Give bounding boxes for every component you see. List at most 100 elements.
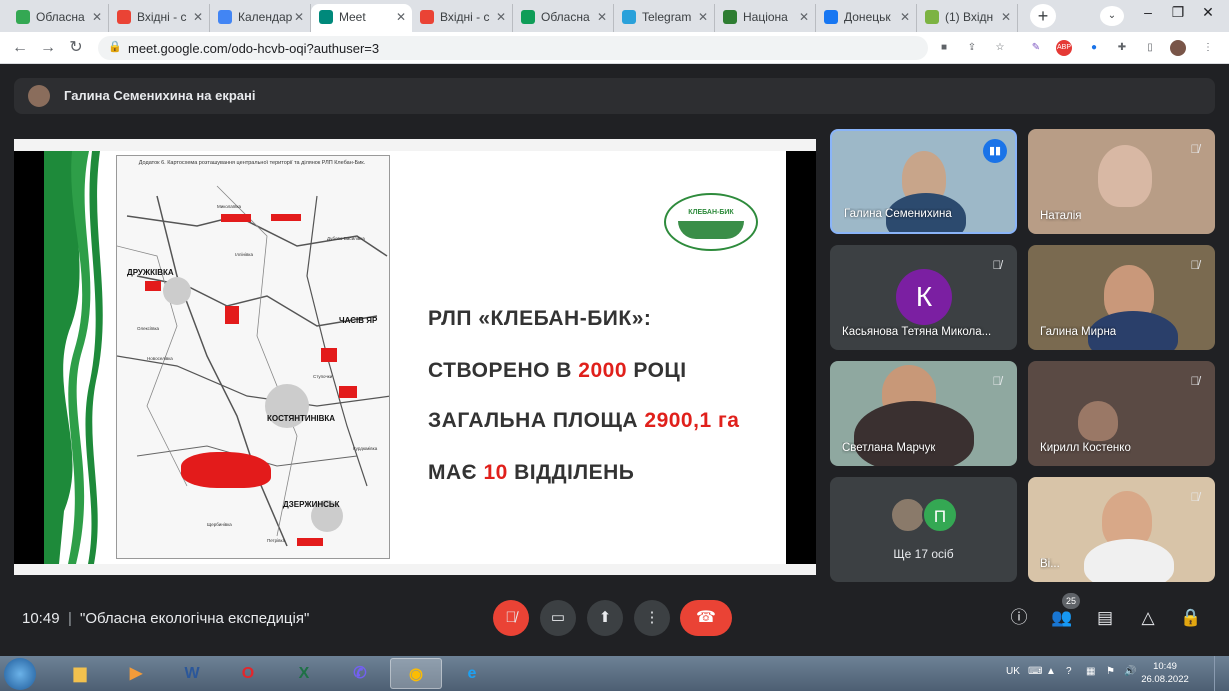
close-tab-icon[interactable]: ✕ [900, 4, 910, 30]
participant-tile[interactable]: 🎙̸ Ві... [1028, 477, 1215, 582]
address-bar[interactable]: 🔒 meet.google.com/odo-hcvb-oqi?authuser=… [98, 36, 928, 60]
mic-muted-icon: 🎙̸ [1190, 374, 1200, 388]
lock-icon: 🔒 [108, 41, 122, 53]
people-icon[interactable]: 👥 [1050, 606, 1074, 630]
village-label: Олексіївка [137, 326, 160, 331]
present-screen-button[interactable]: ⬆ [587, 600, 623, 636]
back-icon[interactable]: ← [10, 38, 30, 58]
menu-kebab-icon[interactable]: ⋮ [1200, 40, 1216, 56]
legend-swatch [297, 538, 323, 546]
tab-search-button[interactable]: ⌄ [1100, 6, 1124, 26]
presentation-slide: Додаток 6. Картосхема розташування центр… [44, 151, 786, 564]
browser-tab[interactable]: Вхідні - с ✕ [412, 4, 513, 32]
explorer-taskbar-icon[interactable]: ▆ [54, 658, 106, 689]
browser-tab[interactable]: Донецьк ✕ [816, 4, 917, 32]
meeting-title: "Обласна екологічна експедиція" [80, 610, 310, 627]
reload-icon[interactable]: ↻ [66, 38, 86, 58]
close-tab-icon[interactable]: ✕ [496, 4, 506, 30]
minimize-icon[interactable]: – [1138, 4, 1158, 20]
bookmark-star-icon[interactable]: ☆ [992, 40, 1008, 56]
participant-video [854, 401, 974, 466]
chrome-taskbar-icon[interactable]: ◉ [390, 658, 442, 689]
participant-count-badge: 25 [1062, 593, 1080, 609]
maximize-icon[interactable]: ❐ [1168, 4, 1188, 21]
city-label: КОСТЯНТИНІВКА [267, 414, 336, 423]
excel-taskbar-icon[interactable]: X [278, 658, 330, 689]
browser-tab[interactable]: Telegram ✕ [614, 4, 715, 32]
leave-call-button[interactable]: ☎ [680, 600, 732, 636]
tab-label: Донецьк [844, 10, 891, 24]
participant-tile[interactable]: К 🎙̸ Касьянова Тетяна Микола... [830, 245, 1017, 350]
participant-tile[interactable]: 🎙̸ Галина Мирна [1028, 245, 1215, 350]
browser-tab[interactable]: (1) Вхідн ✕ [917, 4, 1018, 32]
slide-line-area: ЗАГАЛЬНА ПЛОЩА 2900,1 га [428, 409, 740, 432]
participant-name: Кирилл Костенко [1040, 442, 1131, 454]
volume-icon[interactable]: 🔊 [1124, 666, 1136, 677]
edge-taskbar-icon[interactable]: e [446, 658, 498, 689]
keyboard-icon[interactable]: ⌨ [1028, 666, 1042, 677]
presenting-banner: Галина Семенихина на екрані [14, 78, 1215, 114]
opera-taskbar-icon[interactable]: O [222, 658, 274, 689]
profile-avatar[interactable] [1170, 40, 1186, 56]
close-tab-icon[interactable]: ✕ [698, 4, 708, 30]
participant-avatar: К [896, 269, 952, 325]
media-player-taskbar-icon[interactable]: ▶ [110, 658, 162, 689]
camera-button[interactable]: ▭ [540, 600, 576, 636]
adblock-icon[interactable]: ABP [1056, 40, 1072, 56]
close-tab-icon[interactable]: ✕ [193, 4, 203, 30]
pen-extension-icon[interactable]: ✎ [1028, 40, 1044, 56]
browser-tab[interactable]: Вхідні - с ✕ [109, 4, 210, 32]
activities-icon[interactable]: △ [1136, 606, 1160, 630]
side-panel-icon[interactable]: ▯ [1142, 40, 1158, 56]
letterbox-right [786, 151, 816, 564]
browser-tab[interactable]: Meet ✕ [311, 4, 412, 32]
close-tab-icon[interactable]: ✕ [597, 4, 607, 30]
new-tab-button[interactable]: + [1030, 4, 1056, 28]
meet-icon [319, 10, 333, 24]
close-tab-icon[interactable]: ✕ [1001, 4, 1011, 30]
browser-tab[interactable]: Календар ✕ [210, 4, 311, 32]
mic-off-button[interactable]: 🎙̸ [493, 600, 529, 636]
flag-icon[interactable]: ⚑ [1106, 666, 1115, 677]
participant-tile[interactable]: 🎙̸ Светлана Марчук [830, 361, 1017, 466]
forward-icon[interactable]: → [38, 38, 58, 58]
browser-tab[interactable]: Обласна ✕ [513, 4, 614, 32]
show-desktop-button[interactable] [1214, 656, 1229, 691]
host-controls-icon[interactable]: 🔒 [1179, 606, 1203, 630]
chat-icon[interactable]: ▤ [1093, 606, 1117, 630]
mic-muted-icon: 🎙̸ [992, 258, 1002, 272]
word-taskbar-icon[interactable]: W [166, 658, 218, 689]
tab-label: (1) Вхідн [945, 10, 994, 24]
browser-tab[interactable]: Націона ✕ [715, 4, 816, 32]
camera-icon[interactable]: ■ [936, 40, 952, 56]
language-indicator[interactable]: UK [1006, 666, 1020, 677]
close-tab-icon[interactable]: ✕ [92, 4, 102, 30]
viber-taskbar-icon[interactable]: ✆ [334, 658, 386, 689]
participant-tile[interactable]: 🎙̸ Наталія [1028, 129, 1215, 234]
village-label: Курдюмівка [353, 446, 378, 451]
network-icon[interactable]: ▦ [1086, 666, 1095, 677]
close-tab-icon[interactable]: ✕ [396, 4, 406, 30]
tray-arrow-icon[interactable]: ▲ [1046, 666, 1056, 677]
browser-tab[interactable]: Обласна ✕ [8, 4, 109, 32]
city-label: ЧАСІВ ЯР [339, 316, 378, 325]
extension-dot-icon[interactable]: ● [1086, 40, 1102, 56]
close-tab-icon[interactable]: ✕ [294, 4, 304, 30]
more-options-button[interactable]: ⋮ [634, 600, 670, 636]
browser-toolbar: ← → ↻ 🔒 meet.google.com/odo-hcvb-oqi?aut… [0, 32, 1229, 64]
system-clock[interactable]: 10:49 26.08.2022 [1140, 660, 1190, 686]
tab-label: Вхідні - с [137, 10, 187, 24]
participant-tile[interactable]: 🎙̸ Кирилл Костенко [1028, 361, 1215, 466]
close-window-icon[interactable]: ✕ [1198, 4, 1218, 21]
more-participants-tile[interactable]: П Ще 17 осіб [830, 477, 1017, 582]
more-participants-label: Ще 17 осіб [893, 547, 954, 561]
share-icon[interactable]: ⇪ [964, 40, 980, 56]
extensions-puzzle-icon[interactable]: ✚ [1114, 40, 1130, 56]
presenter-avatar [28, 85, 50, 107]
system-time: 10:49 [1153, 661, 1177, 672]
help-icon[interactable]: ? [1066, 666, 1072, 677]
participant-tile[interactable]: ▮▮ Галина Семенихина [830, 129, 1017, 234]
close-tab-icon[interactable]: ✕ [799, 4, 809, 30]
meeting-info-icon[interactable]: ⓘ [1007, 606, 1031, 630]
start-button[interactable] [4, 658, 36, 690]
